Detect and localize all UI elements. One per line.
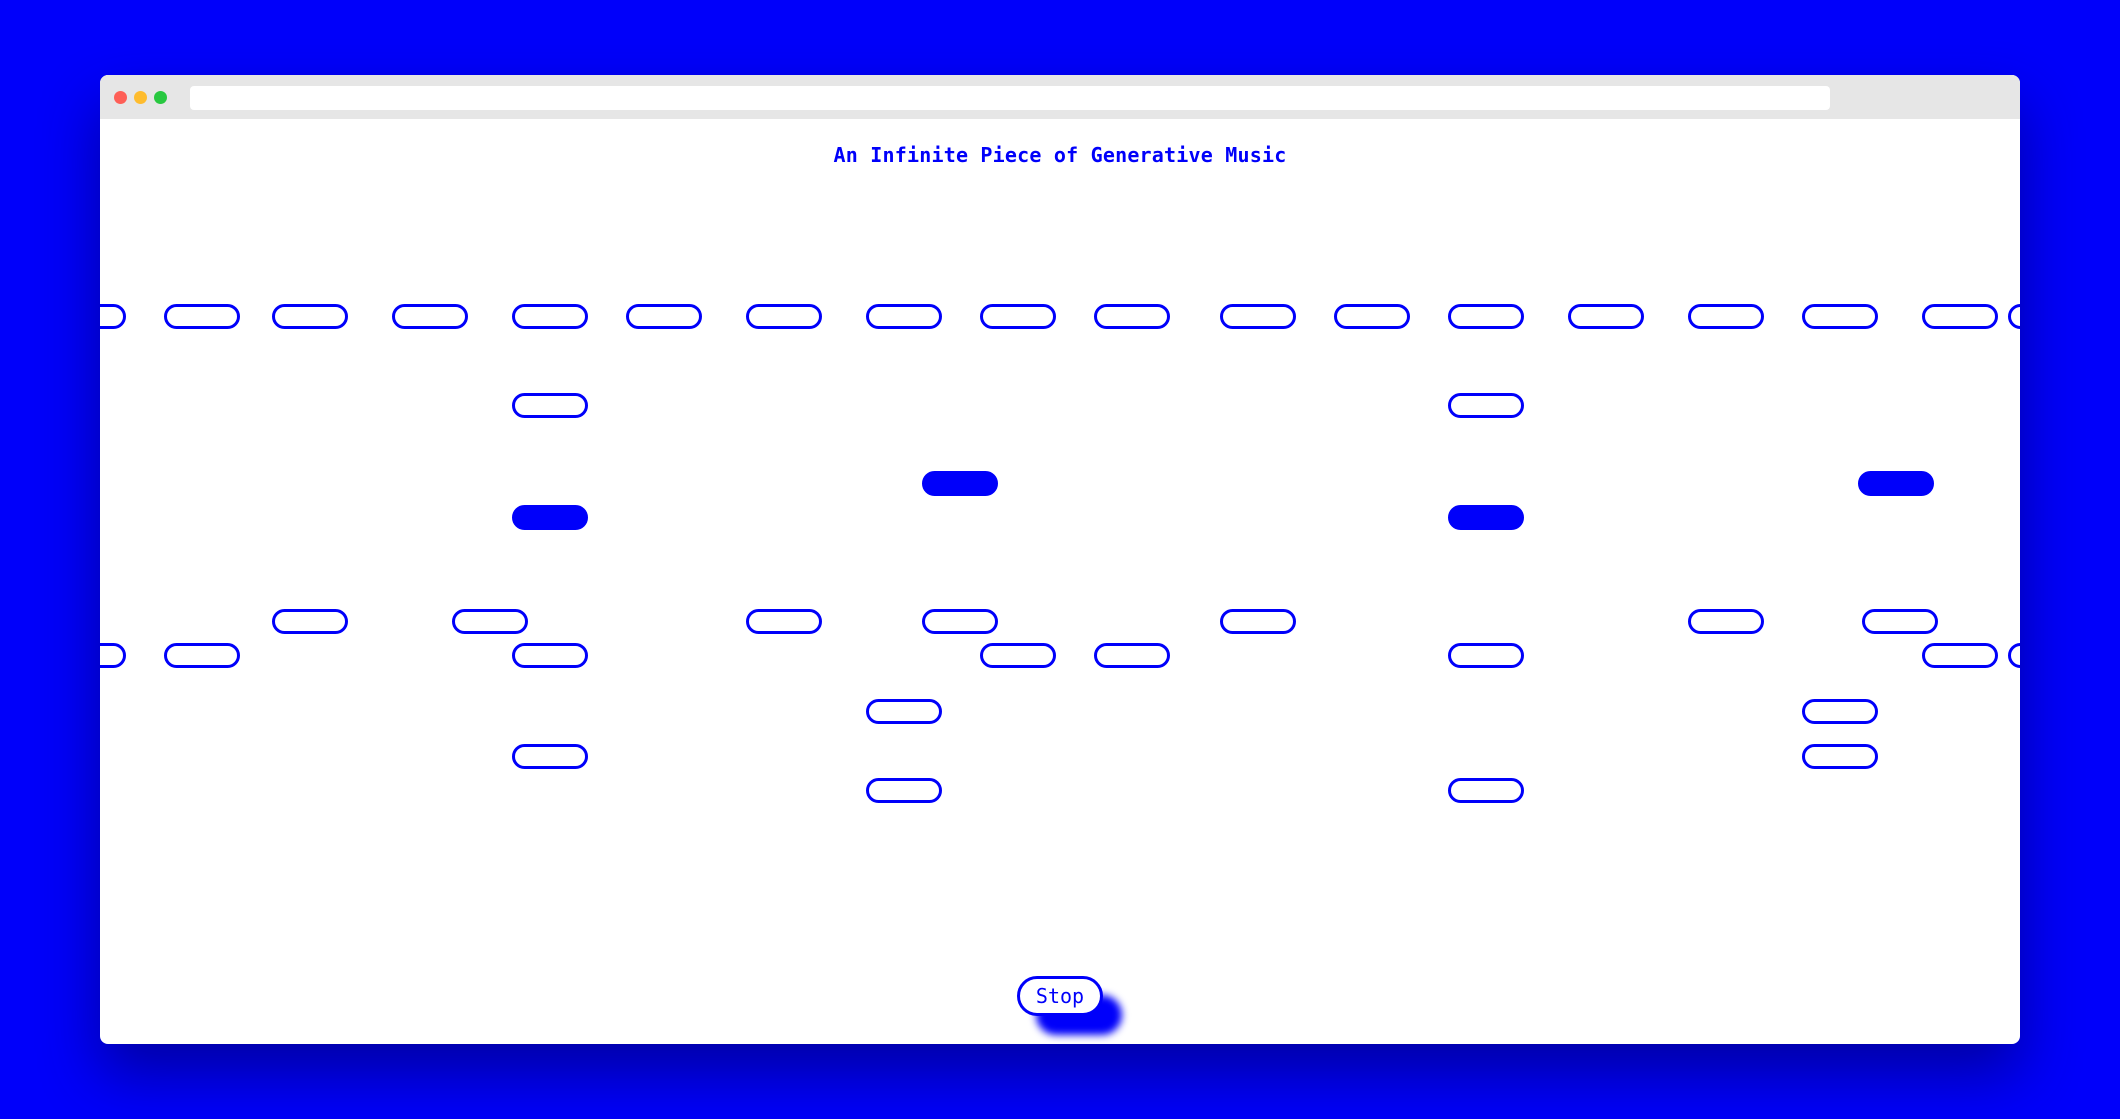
note xyxy=(100,304,126,329)
note xyxy=(1448,393,1524,418)
note xyxy=(1802,744,1878,769)
note xyxy=(1448,304,1524,329)
note xyxy=(1334,304,1410,329)
note xyxy=(1448,643,1524,668)
note xyxy=(164,643,240,668)
address-bar[interactable] xyxy=(190,86,1830,110)
note xyxy=(100,643,126,668)
note xyxy=(272,609,348,634)
close-window-icon[interactable] xyxy=(114,91,127,104)
note xyxy=(512,744,588,769)
page-title: An Infinite Piece of Generative Music xyxy=(833,143,1287,167)
note xyxy=(512,643,588,668)
note-field xyxy=(100,75,2020,1044)
note xyxy=(2008,304,2020,329)
note xyxy=(980,643,1056,668)
note xyxy=(1688,609,1764,634)
note xyxy=(746,609,822,634)
browser-chrome xyxy=(100,75,2020,119)
active-note xyxy=(1448,505,1524,530)
note xyxy=(922,609,998,634)
note xyxy=(626,304,702,329)
note xyxy=(2008,643,2020,668)
note xyxy=(1862,609,1938,634)
note xyxy=(1688,304,1764,329)
maximize-window-icon[interactable] xyxy=(154,91,167,104)
note xyxy=(512,304,588,329)
note xyxy=(452,609,528,634)
browser-window: An Infinite Piece of Generative Music St… xyxy=(100,75,2020,1044)
active-note xyxy=(1858,471,1934,496)
note xyxy=(392,304,468,329)
note xyxy=(1448,778,1524,803)
note xyxy=(1094,643,1170,668)
note xyxy=(866,778,942,803)
note xyxy=(1922,643,1998,668)
active-note xyxy=(922,471,998,496)
note xyxy=(1802,304,1878,329)
minimize-window-icon[interactable] xyxy=(134,91,147,104)
note xyxy=(980,304,1056,329)
active-note xyxy=(512,505,588,530)
note xyxy=(746,304,822,329)
note xyxy=(866,304,942,329)
note xyxy=(272,304,348,329)
note xyxy=(1220,304,1296,329)
note xyxy=(1220,609,1296,634)
note xyxy=(1922,304,1998,329)
note xyxy=(164,304,240,329)
note xyxy=(1568,304,1644,329)
note xyxy=(512,393,588,418)
stop-button[interactable]: Stop xyxy=(1017,976,1103,1016)
note xyxy=(1094,304,1170,329)
note xyxy=(866,699,942,724)
note xyxy=(1802,699,1878,724)
